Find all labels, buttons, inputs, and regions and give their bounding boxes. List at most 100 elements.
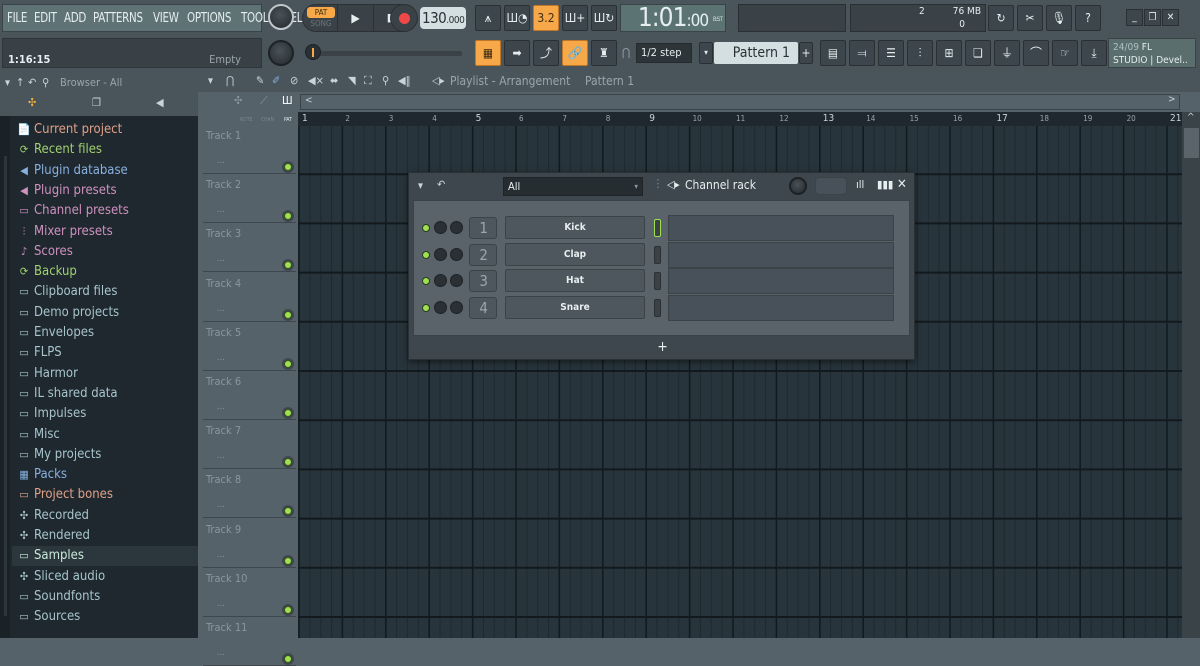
track-header[interactable]: Track 6...	[203, 372, 296, 420]
track-mute-led[interactable]	[284, 507, 292, 516]
arrow-up-icon[interactable]: ↑	[16, 76, 24, 89]
step-sequencer-icon[interactable]: ▮▮▮	[877, 178, 893, 191]
undo-history-button[interactable]: ↻	[988, 5, 1014, 31]
magnet-icon[interactable]: ⋂	[226, 74, 234, 87]
typing-keyboard-button[interactable]: ▦	[475, 40, 501, 66]
blend-notes-button[interactable]: Ш+	[562, 5, 588, 31]
browser-item[interactable]: ▭ IL shared data	[16, 384, 196, 404]
track-mute-led[interactable]	[284, 310, 292, 319]
plugin-filter-icon[interactable]: ◀	[156, 96, 164, 109]
browser-item[interactable]: ▭ Channel presets	[16, 201, 196, 221]
playlist-horizontal-scrollbar[interactable]: <	[300, 94, 1180, 110]
pointer-button[interactable]: ☞	[1052, 40, 1078, 66]
browser-item[interactable]: ▭ Clipboard files	[16, 282, 196, 302]
track-options[interactable]: ...	[217, 156, 225, 166]
pitch-handle[interactable]	[305, 44, 321, 60]
pattern-prev-button[interactable]: ▾	[699, 42, 713, 64]
channel-name-button[interactable]: Hat	[505, 269, 645, 292]
automation-clip-icon[interactable]: ⟋	[260, 94, 268, 108]
download-button[interactable]: ⤓	[1081, 40, 1107, 66]
track-options[interactable]: ...	[217, 451, 225, 461]
channel-volume-knob[interactable]	[450, 300, 463, 314]
track-options[interactable]: ...	[217, 402, 225, 412]
snap-selector[interactable]: 1/2 step	[636, 43, 692, 63]
step-count-field[interactable]	[815, 177, 847, 195]
track-header[interactable]: Track 2...	[203, 175, 296, 224]
wait-input-button[interactable]: Ш◔	[504, 5, 530, 31]
playlist-vertical-scrollbar[interactable]: ^	[1182, 112, 1200, 638]
browser-scrollbar[interactable]	[0, 116, 10, 638]
track-mute-led[interactable]	[284, 163, 292, 171]
channel-pan-knob[interactable]	[434, 274, 447, 287]
mixer-track-number[interactable]: 3	[469, 270, 497, 292]
playlist-pattern[interactable]: Pattern 1	[585, 74, 634, 88]
pattern-selector[interactable]: Pattern 1	[714, 42, 798, 64]
channel-volume-knob[interactable]	[450, 221, 463, 234]
audio-clip-icon[interactable]: ✣	[234, 94, 242, 107]
scroll-right-icon[interactable]: >	[1168, 94, 1176, 105]
mixer-track-number[interactable]: 4	[469, 296, 497, 319]
menu-file[interactable]: FILE	[7, 11, 27, 26]
multilink-button[interactable]: 🔗	[562, 40, 588, 66]
mute-tool-icon[interactable]: ◀×	[308, 74, 324, 87]
delete-tool-icon[interactable]: ⊘	[290, 74, 298, 87]
countdown-button[interactable]: 3.2	[533, 5, 559, 31]
browser-item[interactable]: ⫶ Mixer presets	[16, 222, 196, 242]
midi-button[interactable]: ♜	[591, 40, 617, 66]
browser-button[interactable]: ⊞	[936, 40, 962, 66]
browser-item[interactable]: ⟳ Recent files	[16, 140, 196, 160]
drag-handle-icon[interactable]: ⋮	[653, 177, 663, 190]
track-mute-led[interactable]	[284, 605, 292, 614]
track-options[interactable]: ...	[217, 500, 225, 510]
slice-tool-icon[interactable]: ◥	[348, 74, 356, 87]
browser-item[interactable]: ⟳ Backup	[16, 262, 196, 282]
track-mute-led[interactable]	[284, 212, 292, 221]
playlist-title[interactable]: Playlist - Arrangement	[450, 74, 570, 88]
playback-tool-icon[interactable]: ◀‖	[398, 74, 411, 87]
song-mode-button[interactable]: SONG	[307, 19, 335, 30]
channel-mute-led[interactable]	[422, 277, 430, 285]
channel-select-indicator[interactable]	[654, 298, 661, 317]
browser-item[interactable]: ▭ Impulses	[16, 404, 196, 424]
channel-select-indicator[interactable]	[654, 245, 661, 264]
rack-menu-icon[interactable]: ▾	[418, 179, 423, 192]
browser-item[interactable]: ▭ Demo projects	[16, 303, 196, 323]
browser-item[interactable]: ▭ Harmor	[16, 364, 196, 384]
browser-options-icon[interactable]: ▾	[5, 76, 10, 89]
track-options[interactable]: ...	[217, 353, 225, 363]
channel-name-button[interactable]: Clap	[505, 242, 645, 266]
minimize-button[interactable]: _	[1126, 9, 1143, 26]
close-app-button[interactable]: ✕	[1162, 9, 1179, 26]
pat-mode-button[interactable]: PAT	[307, 7, 335, 18]
channel-mute-led[interactable]	[422, 303, 430, 312]
track-mute-led[interactable]	[284, 458, 292, 467]
track-header[interactable]: Track 9...	[203, 519, 296, 568]
browser-item[interactable]: ♪ Scores	[16, 242, 196, 262]
restore-button[interactable]: ❐	[1144, 9, 1161, 26]
browser-item[interactable]: ✣ Sliced audio	[16, 567, 196, 587]
browser-item[interactable]: 📄 Current project	[16, 120, 196, 140]
paint-tool-icon[interactable]: ✐	[272, 74, 280, 87]
channel-mute-led[interactable]	[422, 224, 430, 232]
track-header[interactable]: Track 4...	[203, 273, 296, 322]
menu-view[interactable]: VIEW	[153, 11, 179, 26]
browser-item[interactable]: ▭ Envelopes	[16, 323, 196, 343]
track-header[interactable]: Track 10...	[203, 568, 296, 617]
tempo-field[interactable]: 130.000	[420, 7, 466, 29]
piano-roll-button[interactable]: ⫤	[849, 40, 875, 66]
track-header[interactable]: Track 7...	[203, 421, 296, 470]
menu-options[interactable]: OPTIONS	[187, 11, 231, 26]
channel-step-area[interactable]	[668, 268, 894, 294]
master-volume-knob[interactable]	[268, 4, 294, 30]
menu-add[interactable]: ADD	[64, 11, 86, 26]
swing-knob[interactable]	[789, 177, 807, 195]
touch-controller-button[interactable]: ⌒	[1023, 40, 1049, 66]
track-options[interactable]: ...	[217, 254, 225, 264]
track-options[interactable]: ...	[217, 304, 225, 314]
browser-item[interactable]: ▭ Sources	[16, 607, 196, 627]
undo-icon[interactable]: ↶	[437, 178, 445, 191]
track-options[interactable]: ...	[217, 648, 225, 658]
channel-name-button[interactable]: Kick	[505, 216, 645, 239]
track-options[interactable]: ...	[217, 205, 225, 215]
browser-item[interactable]: ▭ Soundfonts	[16, 587, 196, 607]
